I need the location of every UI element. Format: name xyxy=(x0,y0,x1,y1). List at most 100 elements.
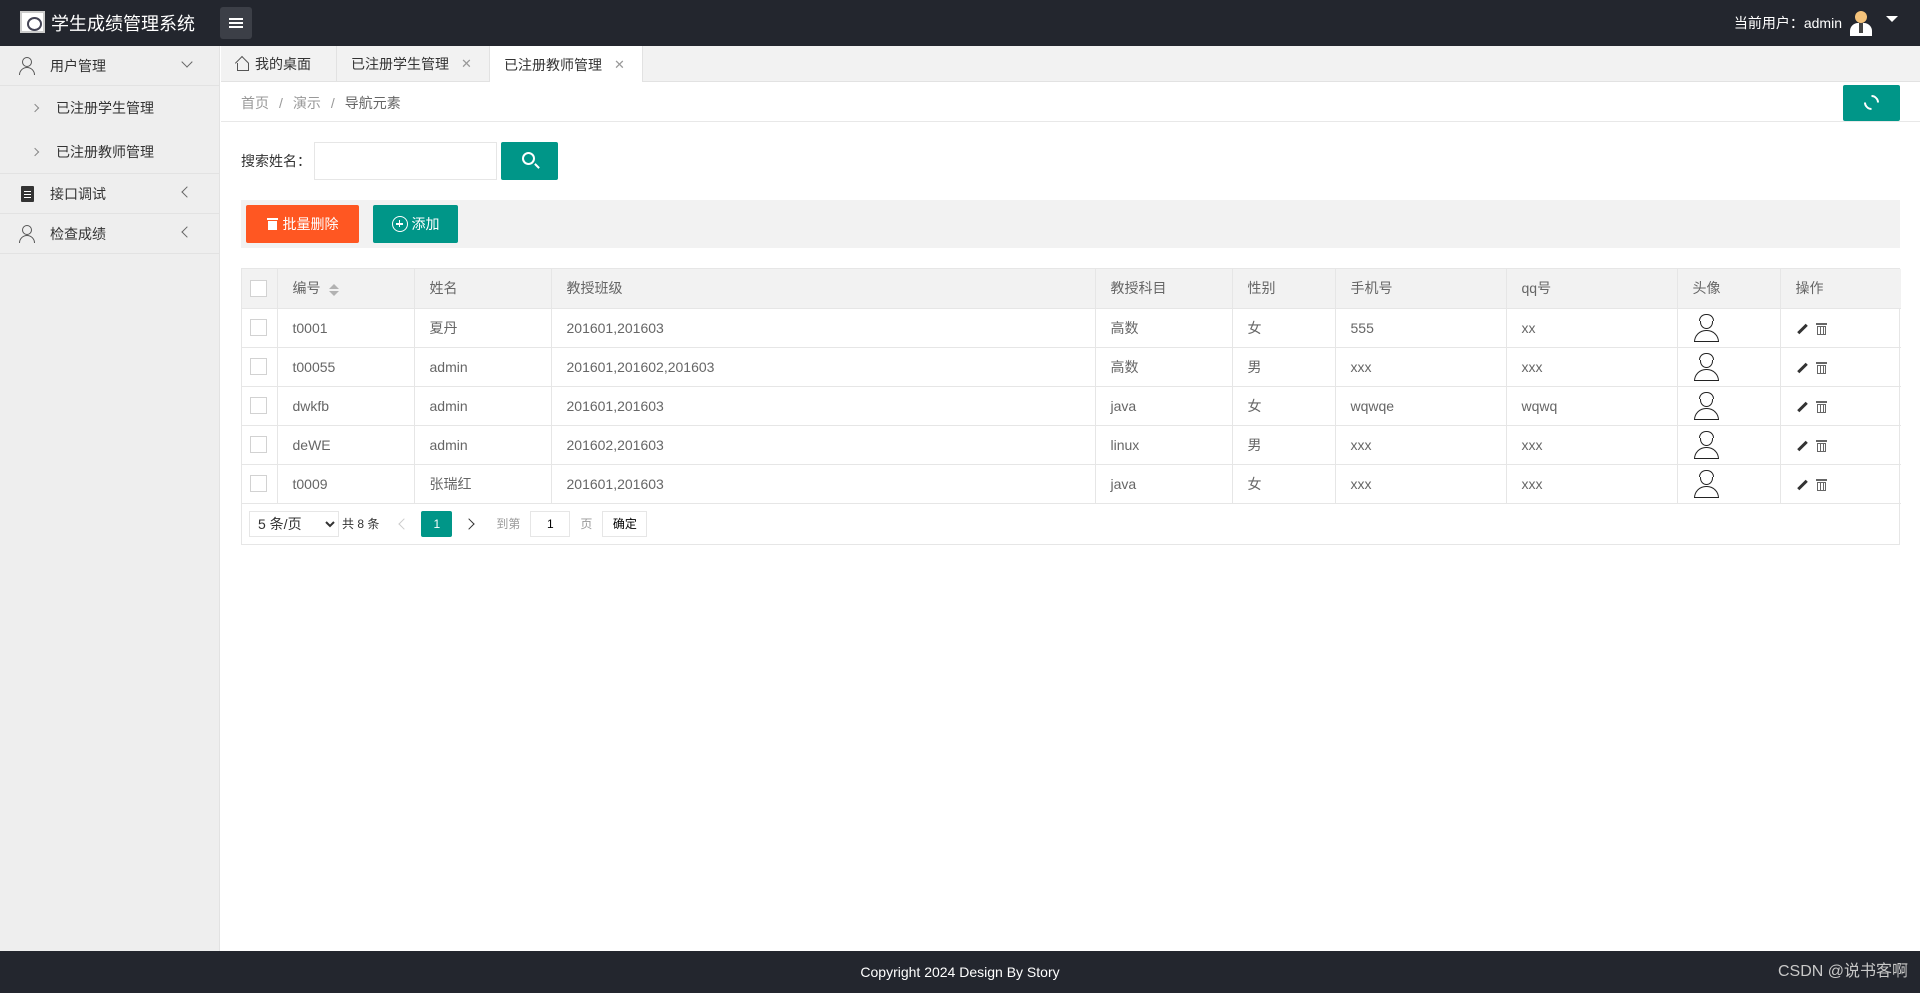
chevron-right-icon xyxy=(30,103,40,113)
row-checkbox[interactable] xyxy=(250,319,267,337)
search-button[interactable] xyxy=(501,142,558,180)
sidebar-group-label: 接口调试 xyxy=(50,185,106,202)
cell-classes: 201601,201603 xyxy=(551,464,1096,504)
tab-my-desktop[interactable]: 我的桌面 xyxy=(221,46,337,82)
cell-classes: 201601,201603 xyxy=(551,308,1096,348)
close-icon[interactable]: ✕ xyxy=(614,57,625,73)
cell-phone: xxx xyxy=(1335,347,1507,387)
batch-delete-button[interactable]: 批量删除 xyxy=(246,205,359,243)
search-label: 搜索姓名： xyxy=(241,153,311,169)
avatar-icon xyxy=(1693,313,1719,343)
table-row: t00055 admin 201601,201602,201603 高数男 xxx xxx xyxy=(242,347,1901,387)
caret-down-icon[interactable] xyxy=(1886,16,1898,22)
row-checkbox[interactable] xyxy=(250,475,267,493)
user-icon xyxy=(18,225,36,243)
edit-icon[interactable] xyxy=(1796,479,1808,491)
sidebar-item-registered-students[interactable]: 已注册学生管理 xyxy=(0,86,219,130)
column-header-actions: 操作 xyxy=(1780,269,1901,309)
table-row: t0001 夏丹 201601,201603 高数女 555 xx xyxy=(242,308,1901,348)
edit-icon[interactable] xyxy=(1796,323,1808,335)
close-icon[interactable]: ✕ xyxy=(461,56,472,72)
sidebar-item-label: 已注册学生管理 xyxy=(56,100,154,116)
row-checkbox[interactable] xyxy=(250,436,267,454)
cell-gender: 女 xyxy=(1232,464,1336,504)
column-header-classes: 教授班级 xyxy=(551,269,1096,309)
edit-icon[interactable] xyxy=(1796,362,1808,374)
menu-toggle-button[interactable] xyxy=(220,7,252,39)
delete-icon[interactable] xyxy=(1815,361,1827,374)
cell-qq: wqwq xyxy=(1506,386,1678,426)
cell-qq: xx xyxy=(1506,308,1678,348)
sidebar: 用户管理 已注册学生管理 已注册教师管理 接口调试 检查成绩 xyxy=(0,46,220,951)
sort-icon[interactable] xyxy=(328,283,339,297)
cell-subject: linux xyxy=(1095,425,1233,465)
next-page-icon[interactable] xyxy=(464,517,478,531)
cell-name: 张瑞红 xyxy=(414,464,552,504)
button-label: 批量删除 xyxy=(282,216,339,232)
sidebar-group-user-management[interactable]: 用户管理 xyxy=(0,46,219,86)
plus-circle-icon xyxy=(391,216,408,232)
app-title: 学生成绩管理系统 xyxy=(51,14,195,34)
sidebar-group-check-scores[interactable]: 检查成绩 xyxy=(0,214,219,254)
current-page-button[interactable]: 1 xyxy=(421,510,453,537)
column-header-gender: 性别 xyxy=(1232,269,1336,309)
tab-label: 我的桌面 xyxy=(255,56,311,72)
edit-icon[interactable] xyxy=(1796,440,1808,452)
cell-subject: java xyxy=(1095,464,1233,504)
select-all-checkbox[interactable] xyxy=(250,280,267,298)
table-row: dwkfb admin 201601,201603 java 女 wqwqe wqwq xyxy=(242,386,1901,426)
hamburger-icon xyxy=(229,18,243,20)
delete-icon[interactable] xyxy=(1815,478,1827,491)
delete-icon[interactable] xyxy=(1815,322,1827,335)
column-header-id[interactable]: 编号 xyxy=(277,269,415,309)
cell-gender: 男 xyxy=(1232,347,1336,387)
avatar-icon xyxy=(1693,430,1719,460)
column-header-subject: 教授科目 xyxy=(1095,269,1233,309)
tab-registered-students[interactable]: 已注册学生管理 ✕ xyxy=(337,46,490,82)
row-checkbox[interactable] xyxy=(250,397,267,415)
refresh-button[interactable] xyxy=(1843,85,1900,121)
breadcrumb-demo[interactable]: 演示 xyxy=(293,95,321,111)
cell-qq: xxx xyxy=(1506,347,1678,387)
row-checkbox[interactable] xyxy=(250,358,267,376)
tab-registered-teachers[interactable]: 已注册教师管理 ✕ xyxy=(490,46,643,83)
goto-confirm-button[interactable]: 确定 xyxy=(602,510,648,537)
user-menu[interactable]: 当前用户：admin xyxy=(1734,0,1898,46)
sidebar-group-label: 用户管理 xyxy=(50,57,106,74)
sidebar-group-label: 检查成绩 xyxy=(50,225,106,242)
table-row: t0009 张瑞红 201601,201603 java 女 xxx xxx xyxy=(242,464,1901,504)
cell-id: t0009 xyxy=(277,464,415,504)
tab-label: 已注册学生管理 xyxy=(351,56,449,72)
refresh-icon xyxy=(1860,91,1883,114)
cell-subject: 高数 xyxy=(1095,347,1233,387)
cell-gender: 男 xyxy=(1232,425,1336,465)
breadcrumb-home[interactable]: 首页 xyxy=(241,95,269,111)
search-name-input[interactable] xyxy=(314,142,497,180)
add-button[interactable]: 添加 xyxy=(373,205,458,243)
cell-name: 夏丹 xyxy=(414,308,552,348)
edit-icon[interactable] xyxy=(1796,401,1808,413)
button-label: 添加 xyxy=(411,216,440,232)
avatar-icon xyxy=(1693,469,1719,499)
pagination: 5 条/页 共 8 条 1 到第 页 确定 xyxy=(242,504,1899,544)
page-size-select[interactable]: 5 条/页 xyxy=(249,510,339,537)
table-header-row: 编号 姓名 教授班级 教授科目 性别 手机号 qq号 头像 操作 xyxy=(242,269,1901,309)
prev-page-icon[interactable] xyxy=(395,517,409,531)
cell-name: admin xyxy=(414,347,552,387)
goto-page-input[interactable] xyxy=(530,510,571,537)
cell-name: admin xyxy=(414,386,552,426)
chevron-left-icon xyxy=(181,226,193,238)
column-header-qq: qq号 xyxy=(1506,269,1678,309)
tab-label: 已注册教师管理 xyxy=(504,56,602,73)
sidebar-item-registered-teachers[interactable]: 已注册教师管理 xyxy=(0,130,219,174)
sidebar-group-api-debug[interactable]: 接口调试 xyxy=(0,174,219,214)
cell-id: dwkfb xyxy=(277,386,415,426)
trash-icon xyxy=(266,218,278,230)
delete-icon[interactable] xyxy=(1815,400,1827,413)
school-logo-icon xyxy=(20,11,45,33)
breadcrumb-bar: 首页 / 演示 / 导航元素 xyxy=(221,82,1920,122)
delete-icon[interactable] xyxy=(1815,439,1827,452)
cell-classes: 201601,201603 xyxy=(551,386,1096,426)
home-icon xyxy=(235,57,249,71)
document-icon xyxy=(21,186,34,202)
